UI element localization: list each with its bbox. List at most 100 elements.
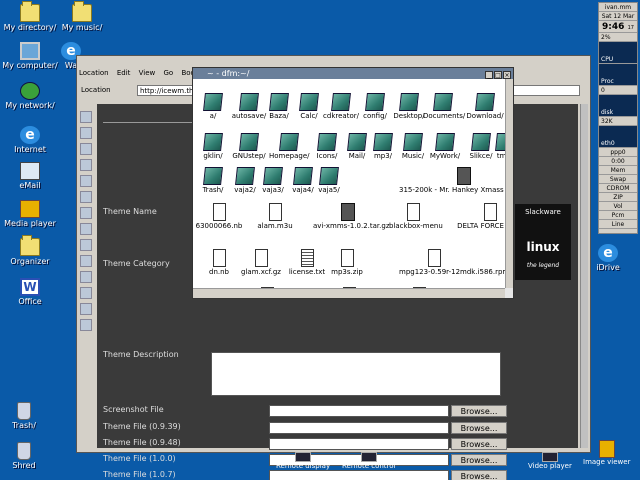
- desktop-icon-media-player[interactable]: Media player: [0, 200, 60, 228]
- desktop-icon-my-computer[interactable]: My computer/: [0, 42, 60, 70]
- folder-item[interactable]: Documents/: [423, 93, 465, 120]
- remote-control-launcher[interactable]: Remote control: [342, 452, 396, 470]
- print-icon[interactable]: [80, 255, 92, 267]
- desktop-icon-label: Organizer: [10, 257, 50, 266]
- folder-item[interactable]: Download/: [465, 93, 505, 120]
- monitor-ppp[interactable]: ppp0: [599, 148, 637, 157]
- file-item[interactable]: avi-xmms-1.0.2.tar.gz: [313, 203, 390, 230]
- desktop-icon-my-music[interactable]: My music/: [52, 1, 112, 32]
- image-viewer-launcher[interactable]: Image viewer: [583, 440, 630, 466]
- file-item[interactable]: dn.nb: [195, 249, 243, 276]
- item-label: mp3/: [373, 152, 393, 160]
- theme-file-0939-browse-button[interactable]: Browse...: [451, 422, 507, 434]
- file-manager-titlebar[interactable]: ~ - dfm:~/ _ □ ×: [193, 68, 513, 79]
- file-item[interactable]: 63000066.nb: [195, 203, 243, 230]
- cut-icon[interactable]: [80, 207, 92, 219]
- lock-icon[interactable]: [80, 319, 92, 331]
- folder-icon: [495, 133, 505, 151]
- desktop-icon-email[interactable]: eMail: [0, 162, 60, 190]
- folder-item[interactable]: a/: [193, 93, 233, 120]
- computer-icon: [20, 42, 40, 60]
- theme-file-100-label: Theme File (1.0.0): [103, 454, 176, 463]
- menu-go[interactable]: Go: [164, 69, 174, 77]
- zoom-out-icon[interactable]: [80, 303, 92, 315]
- folder-item[interactable]: vaja5/: [309, 167, 349, 194]
- desktop-icon-my-directory[interactable]: My directory/: [0, 1, 60, 32]
- folder-icon: [263, 167, 283, 185]
- folder-item[interactable]: Homepage/: [269, 133, 310, 160]
- monitor-pcm[interactable]: Pcm: [599, 211, 637, 220]
- file-item[interactable]: glam.xcf.gz: [237, 249, 285, 276]
- desktop-icon-organizer[interactable]: Organizer: [0, 235, 60, 266]
- copy-icon[interactable]: [80, 223, 92, 235]
- screenshot-file-input[interactable]: [269, 405, 449, 417]
- item-label: vaja5/: [318, 186, 340, 194]
- monitor-line[interactable]: Line: [599, 220, 637, 229]
- monitor-vol[interactable]: Vol: [599, 202, 637, 211]
- desktop-icon-label: Office: [18, 297, 42, 306]
- theme-file-107-browse-button[interactable]: Browse...: [451, 470, 507, 480]
- stop-icon[interactable]: [80, 191, 92, 203]
- file-item[interactable]: blackbox-menu: [389, 203, 443, 230]
- file-item[interactable]: mp3s.zip: [323, 249, 371, 276]
- folder-icon: [319, 167, 339, 185]
- up-icon[interactable]: [80, 111, 92, 123]
- folder-item[interactable]: MyWork/: [425, 133, 465, 160]
- desktop-icon-office[interactable]: W Office: [0, 278, 60, 306]
- home-icon[interactable]: [80, 159, 92, 171]
- file-item[interactable]: mpg123-0.59r-12mdk.i586.rpm: [399, 249, 505, 276]
- zoom-in-icon[interactable]: [80, 287, 92, 299]
- file-view-vscrollbar[interactable]: [505, 79, 513, 288]
- back-icon[interactable]: [80, 127, 92, 139]
- desktop-icon-label: Trash/: [12, 421, 36, 430]
- browser-scrollbar[interactable]: [580, 104, 588, 448]
- item-label: Calc/: [300, 112, 318, 120]
- remote-display-icon: [295, 452, 312, 462]
- monitor-cdrom[interactable]: CDROM: [599, 184, 637, 193]
- folder-item[interactable]: tmp/: [485, 133, 505, 160]
- maximize-button[interactable]: □: [494, 71, 502, 79]
- theme-file-100-browse-button[interactable]: Browse...: [451, 454, 507, 466]
- video-player-launcher[interactable]: Video player: [528, 452, 572, 470]
- screenshot-browse-button[interactable]: Browse...: [451, 405, 507, 417]
- item-label: alam.m3u: [257, 222, 293, 230]
- desktop-icon-trash[interactable]: Trash/: [0, 402, 54, 430]
- folder-icon: [399, 93, 419, 111]
- find-icon[interactable]: [80, 271, 92, 283]
- desktop-icon-internet[interactable]: e Internet: [0, 126, 60, 154]
- file-item[interactable]: alam.m3u: [251, 203, 299, 230]
- file-item[interactable]: 315-200k - Mr. Hankey Xmass Special.rm: [399, 167, 505, 194]
- minimize-button[interactable]: _: [485, 71, 493, 79]
- theme-file-0948-browse-button[interactable]: Browse...: [451, 438, 507, 450]
- menu-edit[interactable]: Edit: [117, 69, 131, 77]
- file-view-hscrollbar[interactable]: [193, 288, 505, 298]
- item-label: Icons/: [316, 152, 338, 160]
- theme-file-107-input[interactable]: [269, 470, 449, 480]
- desktop-icon-shred[interactable]: Shred: [0, 442, 54, 470]
- remote-display-launcher[interactable]: Remote display: [276, 452, 330, 470]
- menu-view[interactable]: View: [139, 69, 156, 77]
- browser-titlebar[interactable]: [77, 56, 590, 67]
- theme-file-0948-input[interactable]: [269, 438, 449, 450]
- folder-icon: [331, 93, 351, 111]
- desktop-icon-my-network[interactable]: My network/: [0, 82, 60, 110]
- desktop-icon-label: My computer/: [2, 61, 58, 70]
- item-label: mp3s.zip: [331, 268, 363, 276]
- item-label: GNUstep/: [232, 152, 266, 160]
- reload-icon[interactable]: [80, 175, 92, 187]
- network-icon: [20, 82, 40, 100]
- folder-item[interactable]: gklin/: [193, 133, 233, 160]
- paste-icon[interactable]: [80, 239, 92, 251]
- monitor-zip[interactable]: ZIP: [599, 193, 637, 202]
- file-icon: [340, 249, 354, 267]
- close-button[interactable]: ×: [503, 71, 511, 79]
- forward-icon[interactable]: [80, 143, 92, 155]
- folder-item[interactable]: GNUstep/: [229, 133, 269, 160]
- disk-graph: disk: [599, 95, 637, 117]
- desktop-icon-idrive[interactable]: e iDrive: [588, 244, 628, 272]
- theme-file-0939-input[interactable]: [269, 422, 449, 434]
- theme-description-textarea[interactable]: [211, 352, 501, 396]
- internet-explorer-icon: e: [20, 126, 40, 144]
- file-item[interactable]: DELTA FORCE 2.zip: [455, 203, 505, 230]
- menu-location[interactable]: Location: [79, 69, 109, 77]
